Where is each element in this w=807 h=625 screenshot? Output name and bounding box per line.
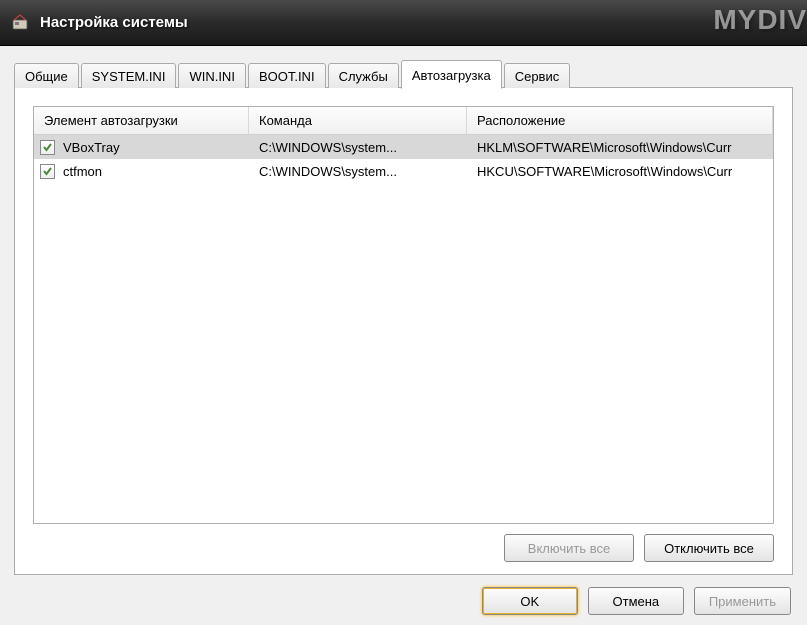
tab-system-ini[interactable]: SYSTEM.INI <box>81 63 177 88</box>
startup-row[interactable]: VBoxTray C:\WINDOWS\system... HKLM\SOFTW… <box>34 135 773 159</box>
window-body: Общие SYSTEM.INI WIN.INI BOOT.INI Службы… <box>0 46 807 625</box>
app-icon <box>10 13 30 33</box>
titlebar[interactable]: Настройка системы <box>0 0 807 46</box>
row-checkbox[interactable] <box>40 140 55 155</box>
row-command: C:\WINDOWS\system... <box>249 164 467 179</box>
tab-boot-ini[interactable]: BOOT.INI <box>248 63 326 88</box>
startup-row[interactable]: ctfmon C:\WINDOWS\system... HKCU\SOFTWAR… <box>34 159 773 183</box>
row-name: ctfmon <box>63 164 102 179</box>
tab-startup[interactable]: Автозагрузка <box>401 60 502 89</box>
listview-body[interactable]: VBoxTray C:\WINDOWS\system... HKLM\SOFTW… <box>34 135 773 523</box>
tab-services[interactable]: Службы <box>328 63 399 88</box>
listview-header: Элемент автозагрузки Команда Расположени… <box>34 107 773 135</box>
tab-tools[interactable]: Сервис <box>504 63 571 88</box>
tab-bar: Общие SYSTEM.INI WIN.INI BOOT.INI Службы… <box>14 60 793 88</box>
cancel-button[interactable]: Отмена <box>588 587 684 615</box>
startup-listview[interactable]: Элемент автозагрузки Команда Расположени… <box>33 106 774 524</box>
tab-panel-startup: Элемент автозагрузки Команда Расположени… <box>14 87 793 575</box>
row-checkbox[interactable] <box>40 164 55 179</box>
disable-all-button[interactable]: Отключить все <box>644 534 774 562</box>
enable-all-button[interactable]: Включить все <box>504 534 634 562</box>
column-header-name[interactable]: Элемент автозагрузки <box>34 107 249 134</box>
row-location: HKLM\SOFTWARE\Microsoft\Windows\Curr <box>467 140 773 155</box>
row-name: VBoxTray <box>63 140 120 155</box>
apply-button[interactable]: Применить <box>694 587 791 615</box>
tab-button-row: Включить все Отключить все <box>33 534 774 562</box>
ok-button[interactable]: OK <box>482 587 578 615</box>
column-header-command[interactable]: Команда <box>249 107 467 134</box>
row-command: C:\WINDOWS\system... <box>249 140 467 155</box>
row-location: HKCU\SOFTWARE\Microsoft\Windows\Curr <box>467 164 773 179</box>
tab-general[interactable]: Общие <box>14 63 79 88</box>
window-title: Настройка системы <box>40 14 188 31</box>
column-header-location[interactable]: Расположение <box>467 107 773 134</box>
dialog-button-row: OK Отмена Применить <box>14 587 793 615</box>
tab-win-ini[interactable]: WIN.INI <box>178 63 246 88</box>
